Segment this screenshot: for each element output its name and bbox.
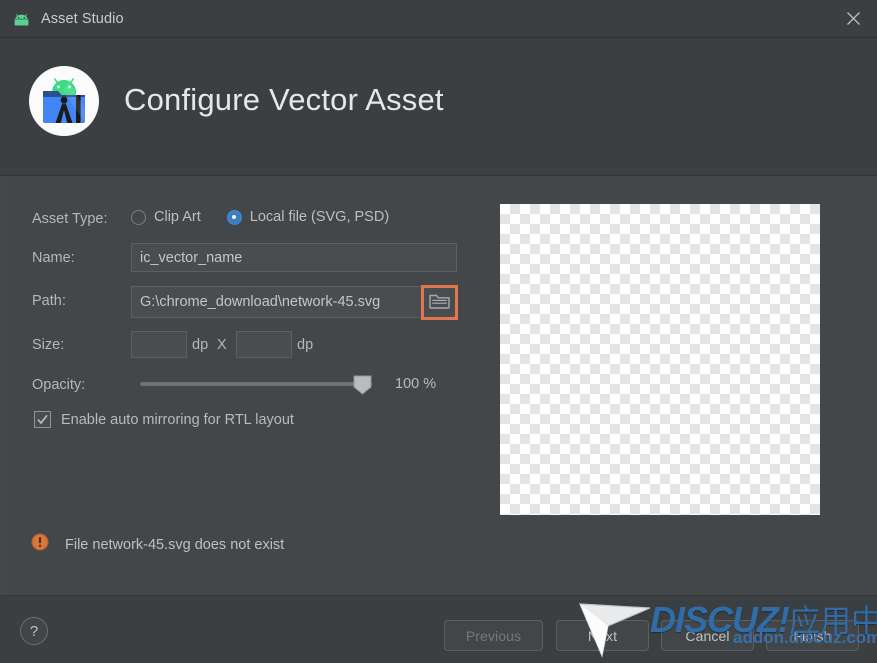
size-width-unit: dp [192,337,209,353]
opacity-slider[interactable] [140,375,372,395]
size-separator: X [217,337,227,353]
size-height-unit: dp [297,337,314,353]
folder-icon [429,292,450,314]
body-left-edge [0,176,3,595]
asset-preview [500,204,820,515]
rtl-mirroring-checkbox-box [34,411,51,428]
opacity-value: 100 % [395,376,437,392]
name-label: Name: [32,250,75,266]
help-button[interactable]: ? [20,617,48,645]
size-width-input[interactable] [131,331,187,358]
browse-path-button[interactable] [421,285,458,320]
radio-local-file-indicator [226,209,242,225]
android-robot-icon [13,13,30,25]
radio-clip-art-label: Clip Art [154,209,201,225]
radio-clip-art-indicator [131,209,146,225]
page-title: Configure Vector Asset [124,82,444,117]
size-height-input[interactable] [236,331,292,358]
window-title: Asset Studio [41,10,124,27]
title-bar-left: Asset Studio [13,0,124,37]
window-title-bar: Asset Studio [0,0,877,38]
name-input[interactable]: ic_vector_name [131,243,457,272]
android-studio-asset-icon [29,66,99,136]
size-label: Size: [32,337,65,353]
radio-clip-art[interactable]: Clip Art [131,209,201,225]
path-label: Path: [32,293,66,309]
validation-message-text: File network-45.svg does not exist [65,536,285,553]
cancel-button-label: Cancel [685,627,730,644]
validation-message: File network-45.svg does not exist [31,533,284,556]
opacity-slider-thumb[interactable] [353,375,372,395]
next-button[interactable]: Next [556,620,649,651]
close-icon[interactable] [830,0,877,37]
rtl-mirroring-checkbox[interactable]: Enable auto mirroring for RTL layout [34,411,294,428]
asset-type-radio-group: Clip Art Local file (SVG, PSD) [131,209,389,225]
rtl-mirroring-label: Enable auto mirroring for RTL layout [61,411,294,428]
finish-button[interactable]: Finish [766,620,859,651]
previous-button[interactable]: Previous [444,620,543,651]
error-icon [31,533,49,556]
opacity-slider-track [140,382,372,386]
path-input[interactable]: G:\chrome_download\network-45.svg [131,286,457,318]
asset-studio-dialog: Asset Studio Configure Vector Asset Asse… [0,0,877,663]
opacity-label: Opacity: [32,377,86,393]
cancel-button[interactable]: Cancel [661,620,754,651]
radio-local-file-label: Local file (SVG, PSD) [249,209,390,225]
radio-local-file[interactable]: Local file (SVG, PSD) [226,209,390,225]
asset-type-label: Asset Type: [32,211,108,227]
